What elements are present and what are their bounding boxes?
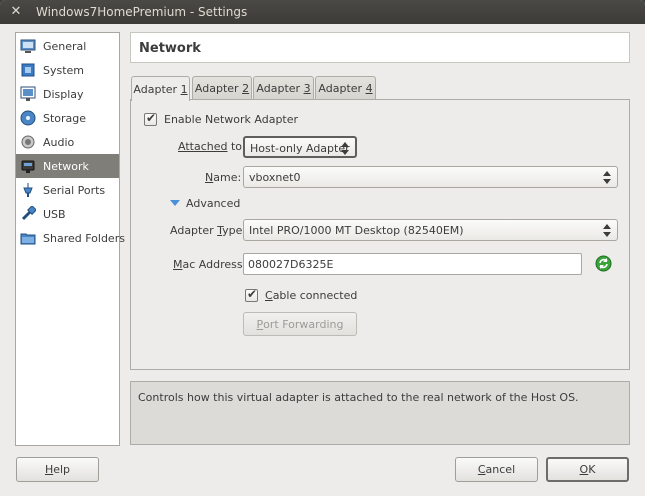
- sidebar-item-shared-folders[interactable]: Shared Folders: [16, 226, 125, 250]
- button-label: ancel: [485, 463, 516, 476]
- tab-label-key: 3: [303, 82, 311, 95]
- mac-address-field[interactable]: [243, 253, 582, 275]
- tab-label-key: 4: [365, 82, 373, 95]
- sidebar-item-label: USB: [43, 207, 66, 221]
- network-icon: [20, 158, 36, 174]
- cable-connected-label: Cable connected: [265, 289, 358, 302]
- page-title: Network: [139, 41, 201, 56]
- close-icon[interactable]: ✕: [8, 4, 24, 20]
- button-label: elp: [53, 463, 71, 476]
- general-icon: [20, 38, 36, 54]
- updown-arrow-icon: [603, 169, 611, 185]
- tab-label: Adapter: [133, 82, 181, 96]
- sidebar-item-label: Network: [43, 159, 89, 173]
- advanced-toggle[interactable]: Advanced: [186, 197, 240, 210]
- updown-arrow-icon: [341, 140, 349, 156]
- settings-window: ✕ Windows7HomePremium - Settings General…: [0, 0, 645, 496]
- sidebar-item-label: System: [43, 63, 85, 77]
- serial-ports-icon: [20, 182, 36, 198]
- updown-arrow-icon: [603, 222, 611, 238]
- tab-adapter-4[interactable]: Adapter 4: [315, 76, 376, 100]
- storage-icon: [20, 110, 36, 126]
- button-label-key: P: [256, 317, 264, 331]
- page-header: Network: [130, 32, 630, 63]
- name-label: Name:: [205, 171, 242, 184]
- adapter-type-select[interactable]: Intel PRO/1000 MT Desktop (82540EM): [243, 219, 618, 241]
- button-label-key: O: [579, 463, 589, 476]
- audio-icon: [20, 134, 36, 150]
- tab-label: Adapter: [256, 82, 304, 95]
- refresh-mac-icon[interactable]: [595, 255, 612, 272]
- mac-address-input[interactable]: [248, 257, 568, 271]
- button-label: K: [588, 463, 596, 476]
- description-text: Controls how this virtual adapter is att…: [138, 391, 579, 404]
- system-icon: [20, 62, 36, 78]
- sidebar-item-label: Serial Ports: [43, 183, 106, 197]
- name-select[interactable]: vboxnet0: [243, 166, 618, 188]
- window-title: Windows7HomePremium - Settings: [36, 5, 248, 19]
- sidebar-item-audio[interactable]: Audio: [16, 130, 119, 154]
- enable-adapter-checkbox[interactable]: ✔: [144, 111, 157, 126]
- sidebar-item-general[interactable]: General: [16, 34, 119, 58]
- title-bar[interactable]: ✕ Windows7HomePremium - Settings: [0, 0, 645, 24]
- settings-sidebar: General System Display Storage Audio Net…: [15, 32, 125, 446]
- port-forwarding-button[interactable]: Port Forwarding: [243, 312, 357, 336]
- disclosure-triangle-icon[interactable]: [170, 199, 181, 207]
- sidebar-item-display[interactable]: Display: [16, 82, 119, 106]
- button-label-key: H: [44, 463, 54, 476]
- sidebar-item-label: Storage: [43, 111, 87, 125]
- tab-label: Adapter: [318, 82, 366, 95]
- sidebar-item-label: Display: [43, 87, 84, 101]
- adapter-type-label: Adapter Type:: [170, 224, 247, 237]
- shared-folders-icon: [20, 230, 36, 246]
- sidebar-item-storage[interactable]: Storage: [16, 106, 119, 130]
- tab-label-key: 2: [242, 82, 250, 95]
- tab-label: Adapter: [194, 82, 243, 95]
- sidebar-item-label: General: [43, 39, 87, 53]
- description-box: Controls how this virtual adapter is att…: [130, 381, 630, 445]
- usb-icon: [20, 205, 37, 222]
- checkmark-icon: ✔: [146, 111, 157, 125]
- cancel-button[interactable]: Cancel: [455, 457, 538, 482]
- attached-to-select[interactable]: Host-only Adapter: [243, 136, 357, 158]
- ok-button[interactable]: OK: [546, 457, 629, 482]
- button-label-key: C: [477, 463, 486, 476]
- tab-adapter-1[interactable]: Adapter 1: [131, 76, 190, 101]
- checkmark-icon: ✔: [247, 287, 258, 301]
- sidebar-item-label: Audio: [43, 135, 75, 149]
- display-icon: [20, 86, 36, 102]
- tab-label-key: 1: [180, 82, 188, 96]
- mac-address-label: Mac Address:: [173, 258, 247, 271]
- help-button[interactable]: Help: [16, 457, 99, 482]
- attached-to-label: Attached to:: [178, 140, 246, 153]
- enable-adapter-label: Enable Network Adapter: [164, 113, 299, 126]
- tab-adapter-3[interactable]: Adapter 3: [253, 76, 314, 100]
- adapter-type-value: Intel PRO/1000 MT Desktop (82540EM): [249, 224, 464, 237]
- cable-connected-checkbox[interactable]: ✔: [245, 287, 258, 302]
- name-value: vboxnet0: [249, 171, 301, 184]
- sidebar-item-label: Shared Folders: [43, 231, 125, 245]
- sidebar-item-serial-ports[interactable]: Serial Ports: [16, 178, 119, 202]
- sidebar-item-usb[interactable]: USB: [16, 202, 119, 226]
- sidebar-item-network[interactable]: Network: [16, 154, 119, 178]
- tab-adapter-2[interactable]: Adapter 2: [192, 76, 252, 100]
- button-label: ort Forwarding: [263, 317, 344, 331]
- attached-to-value: Host-only Adapter: [250, 142, 350, 155]
- sidebar-item-system[interactable]: System: [16, 58, 119, 82]
